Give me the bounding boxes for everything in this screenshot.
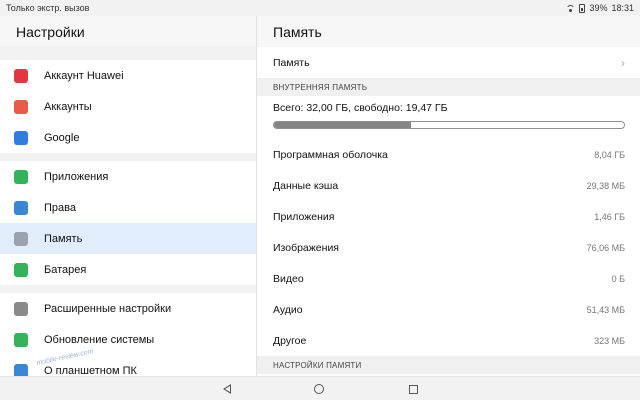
settings-group: Приложения Права Память Батарея (0, 161, 256, 285)
storage-category-value: 8,04 ГБ (594, 149, 625, 160)
storage-category-row[interactable]: Видео 0 Б (257, 263, 640, 294)
storage-category-label: Видео (273, 272, 304, 285)
storage-usage-bar (273, 121, 625, 129)
settings-groups: Аккаунт Huawei Аккаунты Google Приложения Пр… (0, 60, 256, 386)
recents-button[interactable] (406, 382, 420, 396)
storage-detail-pane: Память Память › ВНУТРЕННЯЯ ПАМЯТЬ Всего:… (256, 16, 640, 376)
storage-summary-block: Всего: 32,00 ГБ, свободно: 19,47 ГБ (257, 96, 640, 139)
storage-settings-header: НАСТРОЙКИ ПАМЯТИ (257, 356, 640, 374)
sidebar-item[interactable]: Батарея (0, 254, 256, 285)
sidebar-item-label: Аккаунты (44, 100, 92, 113)
sidebar-item[interactable]: Google (0, 122, 256, 153)
settings-group: Аккаунт Huawei Аккаунты Google (0, 60, 256, 153)
storage-category-row[interactable]: Аудио 51,43 МБ (257, 294, 640, 325)
status-bar: Только экстр. вызов 39% 18:31 (0, 0, 640, 16)
sidebar-item-label: О планшетном ПК (44, 364, 137, 377)
status-right: 39% 18:31 (566, 3, 634, 13)
sidebar-item-label: Приложения (44, 170, 109, 183)
storage-category-value: 0 Б (611, 273, 625, 284)
sidebar-item-label: Память (44, 232, 83, 245)
storage-page-title: Память (257, 16, 640, 47)
storage-memory-label: Память (273, 56, 310, 69)
recents-icon (408, 384, 418, 394)
storage-category-label: Изображения (273, 241, 339, 254)
storage-category-row[interactable]: Другое 323 МБ (257, 325, 640, 356)
storage-category-value: 323 МБ (594, 335, 625, 346)
gear-icon (14, 301, 28, 316)
storage-category-value: 76,06 МБ (586, 242, 625, 253)
clock: 18:31 (611, 3, 634, 13)
battery-percent: 39% (589, 3, 608, 13)
home-button[interactable] (312, 382, 326, 396)
storage-category-label: Другое (273, 334, 307, 347)
back-button[interactable] (220, 382, 234, 396)
huawei-icon (14, 68, 28, 83)
battery-icon (14, 262, 28, 277)
sidebar-item-label: Обновление системы (44, 333, 155, 346)
storage-category-value: 29,38 МБ (586, 180, 625, 191)
storage-category-label: Данные кэша (273, 179, 339, 192)
sidebar-item[interactable]: Расширенные настройки (0, 293, 256, 324)
wifi-icon (566, 4, 576, 12)
sidebar-item-label: Google (44, 131, 80, 144)
storage-category-row[interactable]: Программная оболочка 8,04 ГБ (257, 139, 640, 170)
storage-usage-fill (274, 122, 411, 128)
home-icon (314, 384, 324, 394)
sidebar-item[interactable]: Обновление системы (0, 324, 256, 355)
sidebar-item-label: Батарея (44, 263, 87, 276)
settings-list-pane: Настройки Аккаунт Huawei Аккаунты Google Пр… (0, 16, 256, 386)
sidebar-item[interactable]: Аккаунты (0, 91, 256, 122)
sidebar-item[interactable]: Права (0, 192, 256, 223)
battery-status-icon (579, 3, 586, 13)
storage-category-row[interactable]: Приложения 1,46 ГБ (257, 201, 640, 232)
internal-storage-header: ВНУТРЕННЯЯ ПАМЯТЬ (257, 78, 640, 96)
key-icon (14, 200, 28, 215)
storage-category-list: Программная оболочка 8,04 ГБ Данные кэша 29… (257, 139, 640, 356)
navigation-bar (0, 376, 640, 400)
storage-memory-row[interactable]: Память › (257, 47, 640, 78)
settings-group: Расширенные настройки Обновление системы О… (0, 293, 256, 386)
chevron-right-icon: › (621, 55, 625, 70)
sidebar-item[interactable]: Приложения (0, 161, 256, 192)
google-icon (14, 130, 28, 145)
sidebar-item-label: Права (44, 201, 76, 214)
storage-icon (14, 231, 28, 246)
sidebar-item[interactable]: Память (0, 223, 256, 254)
storage-summary: Всего: 32,00 ГБ, свободно: 19,47 ГБ (273, 102, 448, 114)
apps-icon (14, 169, 28, 184)
sidebar-item[interactable]: Аккаунт Huawei (0, 60, 256, 91)
storage-category-label: Приложения (273, 210, 335, 223)
sidebar-item-label: Аккаунт Huawei (44, 69, 124, 82)
storage-category-row[interactable]: Данные кэша 29,38 МБ (257, 170, 640, 201)
storage-category-value: 1,46 ГБ (594, 211, 625, 222)
settings-title: Настройки (0, 16, 256, 46)
storage-category-value: 51,43 МБ (586, 304, 625, 315)
sidebar-item-label: Расширенные настройки (44, 302, 172, 315)
storage-category-label: Аудио (273, 303, 303, 316)
accounts-icon (14, 99, 28, 114)
status-carrier-text: Только экстр. вызов (6, 3, 90, 13)
back-icon (223, 384, 231, 394)
storage-category-label: Программная оболочка (273, 148, 388, 161)
storage-category-row[interactable]: Изображения 76,06 МБ (257, 232, 640, 263)
update-icon (14, 332, 28, 347)
